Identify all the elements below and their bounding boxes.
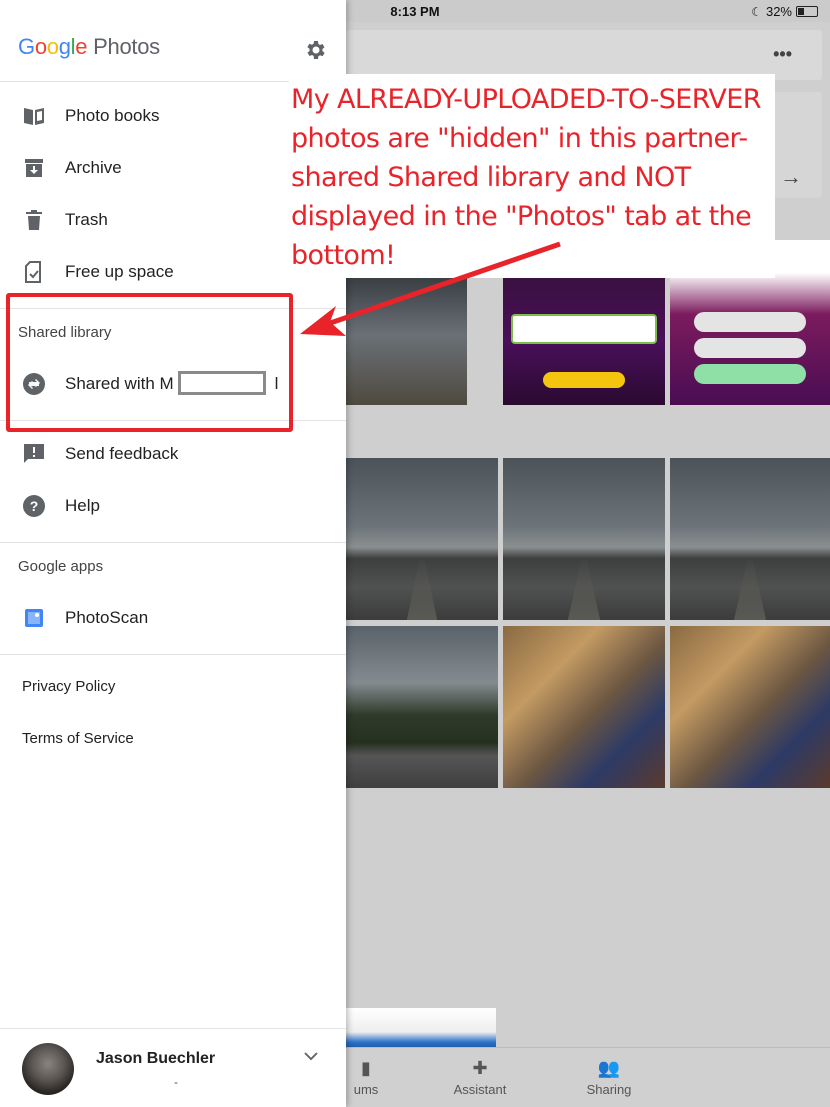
- privacy-policy-link[interactable]: Privacy Policy: [22, 678, 115, 695]
- google-photos-logo: Google Photos: [18, 34, 160, 59]
- photo-thumbnail[interactable]: [346, 278, 467, 405]
- gear-icon[interactable]: [303, 38, 327, 62]
- bottom-navigation: ▮ ums ✚ Assistant 👥 Sharing: [346, 1047, 830, 1107]
- account-switcher[interactable]: Jason Buechler -: [0, 1028, 346, 1107]
- tab-sharing[interactable]: 👥 Sharing: [574, 1058, 644, 1097]
- photo-thumbnail[interactable]: [503, 458, 665, 620]
- svg-text:?: ?: [30, 498, 39, 514]
- battery-icon: [796, 6, 818, 17]
- sharing-icon: 👥: [597, 1058, 621, 1078]
- photo-thumbnail[interactable]: [670, 458, 830, 620]
- terms-of-service-link[interactable]: Terms of Service: [22, 730, 134, 747]
- drawer-header: Google Photos: [0, 0, 346, 82]
- tab-sharing-label: Sharing: [586, 1082, 632, 1097]
- photo-thumbnail[interactable]: [503, 626, 665, 788]
- book-icon: [24, 108, 44, 125]
- account-name: Jason Buechler: [96, 1050, 216, 1067]
- photo-thumbnail[interactable]: [503, 278, 665, 405]
- photo-thumbnail[interactable]: [346, 1008, 496, 1048]
- annotation-note: My ALREADY-UPLOADED-TO-SERVER photos are…: [289, 74, 775, 278]
- moon-icon: ☾: [751, 4, 762, 19]
- account-email: -: [174, 1075, 178, 1089]
- avatar: [22, 1043, 74, 1095]
- photoscan-icon: [25, 609, 43, 627]
- more-options-icon[interactable]: •••: [773, 44, 792, 65]
- battery-percent: 32%: [765, 4, 792, 19]
- free-up-space-icon: [25, 261, 41, 283]
- assistant-icon: ✚: [472, 1058, 488, 1078]
- divider: [0, 542, 346, 543]
- menu-item-help[interactable]: ? Help: [0, 484, 346, 528]
- menu-item-photoscan[interactable]: PhotoScan: [0, 596, 346, 640]
- chevron-down-icon[interactable]: [302, 1047, 320, 1065]
- photo-thumbnail[interactable]: [670, 626, 830, 788]
- menu-item-send-feedback[interactable]: Send feedback: [0, 432, 346, 476]
- tab-assistant-label: Assistant: [453, 1082, 507, 1097]
- annotation-highlight-box: [6, 293, 293, 432]
- photo-thumbnail[interactable]: [346, 626, 498, 788]
- feedback-icon: [24, 444, 44, 463]
- status-right: ☾ 32%: [751, 4, 818, 19]
- header-card: •••: [346, 30, 822, 80]
- photo-thumbnail[interactable]: [346, 458, 498, 620]
- tab-assistant[interactable]: ✚ Assistant: [444, 1058, 516, 1097]
- tab-albums-label: ums: [353, 1082, 379, 1097]
- archive-icon: [25, 159, 43, 177]
- trash-icon: [26, 210, 42, 230]
- help-icon: ?: [23, 495, 45, 517]
- divider: [0, 654, 346, 655]
- google-apps-title: Google apps: [18, 558, 104, 575]
- arrow-right-icon[interactable]: →: [780, 164, 802, 190]
